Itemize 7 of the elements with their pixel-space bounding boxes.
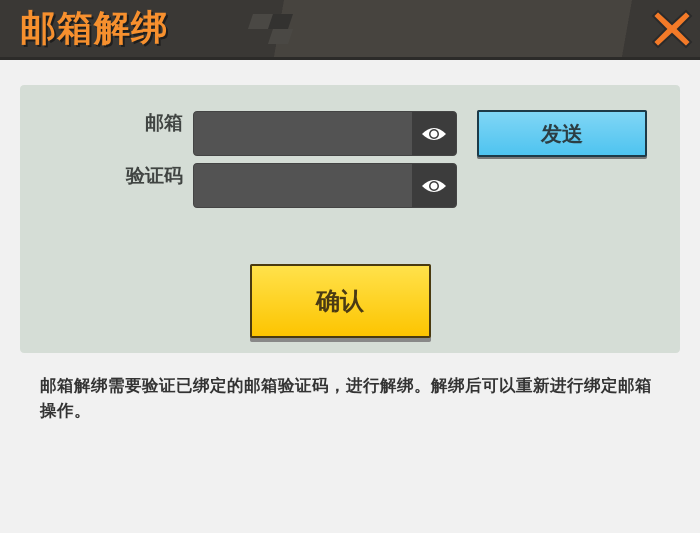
field-label: 邮箱 [144,111,183,136]
input-field[interactable] [193,111,457,156]
input-field[interactable] [193,163,457,208]
window-title: 邮箱解绑 [20,7,168,51]
description-text: 邮箱解绑需要验证已绑定的邮箱验证码，进行解绑。解绑后可以重新进行绑定邮箱操作。 [40,375,653,422]
send-button[interactable]: 发送 [477,110,647,157]
field-label: 验证码 [124,164,183,189]
